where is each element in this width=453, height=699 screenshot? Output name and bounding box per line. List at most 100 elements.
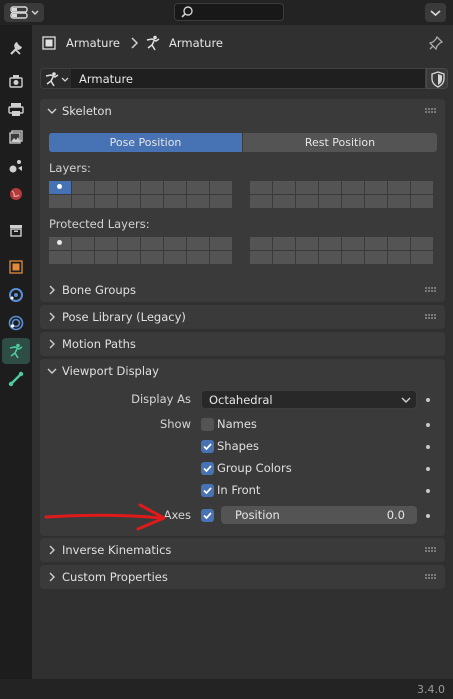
tab-object[interactable]	[2, 254, 30, 280]
tab-view-layer[interactable]	[2, 124, 30, 150]
tab-collection[interactable]	[2, 217, 30, 243]
group-colors-label: Group Colors	[217, 461, 292, 475]
tab-scene[interactable]	[2, 153, 30, 179]
pose-library-panel[interactable]: Pose Library (Legacy)	[40, 305, 445, 329]
chevron-right-icon	[131, 37, 139, 49]
tool-icon	[10, 42, 22, 55]
animate-property-dot[interactable]	[426, 445, 430, 449]
bone-layers-grid-left[interactable]	[49, 181, 232, 208]
axes-position-field[interactable]: Position 0.0	[221, 506, 417, 524]
status-bar: 3.4.0	[0, 679, 453, 699]
chevron-right-icon	[49, 339, 55, 349]
names-checkbox[interactable]	[201, 418, 214, 431]
animate-property-dot[interactable]	[426, 489, 430, 493]
rest-position-button[interactable]: Rest Position	[243, 133, 437, 152]
custom-properties-title: Custom Properties	[62, 570, 168, 584]
checkmark-icon	[203, 443, 212, 451]
armature-datablock-selector: Armature	[40, 68, 448, 90]
checkmark-icon	[203, 487, 212, 495]
view-layer-icon	[9, 130, 23, 144]
breadcrumb-object: Armature	[66, 36, 120, 50]
tab-bone[interactable]	[2, 366, 30, 392]
tab-physics[interactable]	[2, 310, 30, 336]
drag-grip-icon[interactable]	[425, 547, 437, 553]
tab-render[interactable]	[2, 68, 30, 94]
bone-layers-grid-right[interactable]	[250, 181, 433, 208]
show-label: Show	[159, 417, 191, 431]
render-icon	[9, 75, 23, 88]
pose-position-toggle: Pose Position Rest Position	[49, 133, 437, 152]
header-menu-button[interactable]	[425, 3, 446, 22]
properties-header-bar	[0, 0, 453, 25]
animate-property-dot[interactable]	[426, 398, 430, 402]
tab-modifiers[interactable]	[2, 282, 30, 308]
fake-user-shield-icon	[431, 71, 445, 88]
custom-properties-panel[interactable]: Custom Properties	[40, 565, 445, 589]
group-colors-checkbox[interactable]	[201, 462, 214, 475]
armature-icon	[9, 343, 23, 359]
motion-paths-panel[interactable]: Motion Paths	[40, 332, 445, 356]
search-input[interactable]	[174, 3, 284, 21]
bone-groups-title: Bone Groups	[62, 283, 136, 297]
names-label: Names	[217, 417, 257, 431]
checkmark-icon	[203, 465, 212, 473]
axes-position-label: Position	[235, 508, 280, 522]
pose-position-button[interactable]: Pose Position	[49, 133, 242, 152]
chevron-right-icon	[49, 312, 55, 322]
version-label: 3.4.0	[417, 683, 445, 696]
animate-property-dot[interactable]	[426, 467, 430, 471]
drag-grip-icon[interactable]	[425, 314, 437, 320]
shapes-checkbox[interactable]	[201, 440, 214, 453]
tab-world[interactable]	[2, 181, 30, 207]
layer-active-dot	[57, 184, 62, 189]
tab-object-data-armature[interactable]	[2, 338, 30, 364]
bone-icon	[8, 371, 24, 387]
chevron-down-icon	[401, 397, 411, 403]
pin-icon[interactable]	[428, 35, 444, 51]
breadcrumb: Armature Armature	[32, 25, 453, 61]
in-front-label: In Front	[217, 483, 261, 497]
tab-tool[interactable]	[2, 35, 30, 61]
layer-content-dot	[57, 240, 62, 245]
editor-type-button[interactable]	[4, 3, 44, 22]
inverse-kinematics-panel[interactable]: Inverse Kinematics	[40, 538, 445, 562]
editor-type-icon	[10, 6, 39, 19]
chevron-right-icon	[49, 285, 55, 295]
pose-library-title: Pose Library (Legacy)	[62, 310, 186, 324]
chevron-down-icon	[430, 10, 441, 17]
datablock-name-field[interactable]: Armature	[71, 68, 426, 89]
chevron-down-icon	[47, 108, 57, 114]
display-as-value: Octahedral	[209, 393, 273, 407]
display-as-label: Display As	[131, 392, 191, 406]
object-icon	[9, 260, 23, 274]
skeleton-panel-title: Skeleton	[62, 104, 112, 118]
armature-icon	[146, 35, 160, 51]
skeleton-panel-header[interactable]: Skeleton	[40, 99, 445, 123]
inverse-kinematics-title: Inverse Kinematics	[62, 543, 172, 557]
search-icon	[181, 6, 193, 18]
viewport-display-title: Viewport Display	[62, 364, 159, 378]
breadcrumb-data: Armature	[169, 36, 223, 50]
display-as-dropdown[interactable]: Octahedral	[201, 390, 417, 409]
fake-user-button[interactable]	[426, 68, 448, 89]
motion-paths-title: Motion Paths	[62, 337, 136, 351]
datablock-browse-button[interactable]	[40, 68, 72, 89]
animate-property-dot[interactable]	[426, 514, 430, 518]
properties-tabs	[0, 25, 32, 679]
bone-groups-panel[interactable]: Bone Groups	[40, 278, 445, 302]
animate-property-dot[interactable]	[426, 423, 430, 427]
modifier-icon	[9, 288, 23, 302]
output-icon	[8, 103, 24, 116]
viewport-display-header[interactable]: Viewport Display	[40, 359, 445, 383]
protected-layers-grid-right[interactable]	[250, 237, 433, 264]
drag-grip-icon[interactable]	[425, 574, 437, 580]
drag-grip-icon[interactable]	[425, 287, 437, 293]
chevron-right-icon	[49, 572, 55, 582]
tab-output[interactable]	[2, 96, 30, 122]
skeleton-panel: Skeleton Pose Position Rest Position Lay…	[40, 99, 445, 298]
scene-icon	[9, 160, 22, 173]
object-icon	[42, 36, 56, 50]
protected-layers-grid-left[interactable]	[49, 237, 232, 264]
drag-grip-icon[interactable]	[425, 108, 437, 114]
in-front-checkbox[interactable]	[201, 484, 214, 497]
